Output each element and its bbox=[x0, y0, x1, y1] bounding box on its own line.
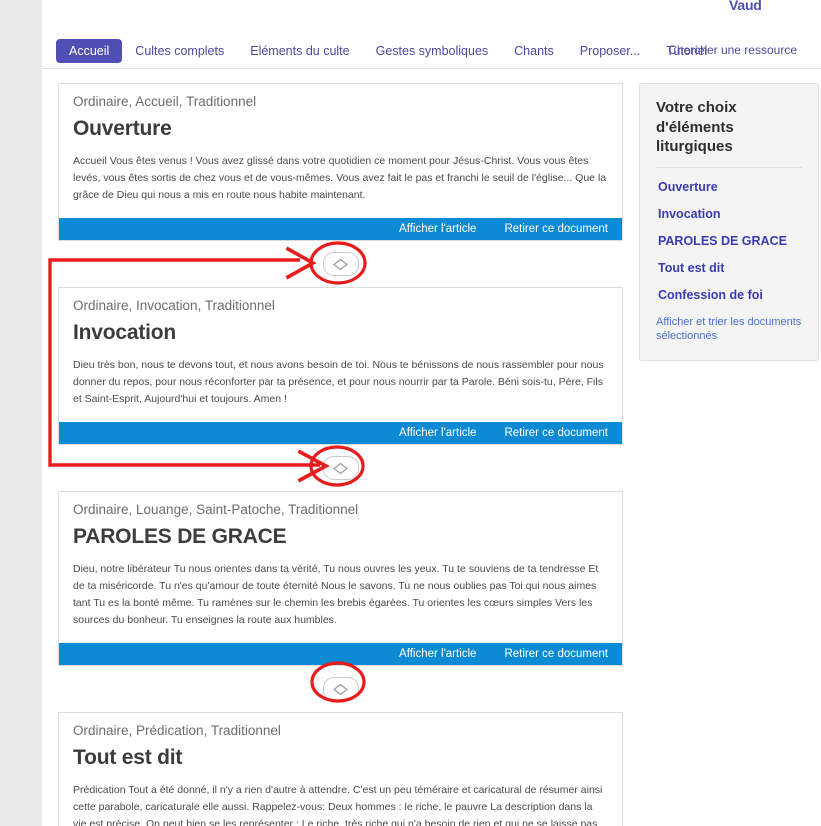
sidebar-item-tout-est-dit[interactable]: Tout est dit bbox=[656, 249, 802, 276]
card-body-text: Dieu, notre libérateur Tu nous orientes … bbox=[73, 563, 599, 626]
card-body-text: Prédication Tout a été donné, il n'y a r… bbox=[73, 784, 603, 826]
remove-document-button[interactable]: Retirer ce document bbox=[504, 427, 608, 439]
card-action-bar: Afficher l'article Retirer ce document bbox=[59, 422, 622, 444]
remove-document-button[interactable]: Retirer ce document bbox=[504, 648, 608, 660]
diamond-glyph bbox=[333, 462, 348, 474]
sidebar-item-confession-de-foi[interactable]: Confession de foi bbox=[656, 276, 802, 303]
separator-1 bbox=[58, 241, 623, 287]
remove-document-button[interactable]: Retirer ce document bbox=[504, 223, 608, 235]
vaud-shield-logo: du canton de Vaud bbox=[671, 0, 791, 24]
card-action-bar: Afficher l'article Retirer ce document bbox=[59, 643, 622, 665]
document-card-invocation: Ordinaire, Invocation, Traditionnel Invo… bbox=[58, 287, 623, 445]
page-container: du canton de Vaud Accueil Cultes complet… bbox=[42, 0, 821, 826]
sort-documents-link[interactable]: Afficher et trier les documents sélectio… bbox=[656, 303, 802, 345]
nav-item-gestes-symboliques[interactable]: Gestes symboliques bbox=[363, 39, 502, 63]
diamond-insert-icon[interactable] bbox=[322, 252, 359, 276]
show-article-button[interactable]: Afficher l'article bbox=[399, 427, 476, 439]
show-article-button[interactable]: Afficher l'article bbox=[399, 223, 476, 235]
show-article-button[interactable]: Afficher l'article bbox=[399, 648, 476, 660]
diamond-glyph bbox=[333, 683, 348, 695]
sidebar-item-invocation[interactable]: Invocation bbox=[656, 195, 802, 222]
sidebar-item-ouverture[interactable]: Ouverture bbox=[656, 168, 802, 195]
sidebar-item-paroles-de-grace[interactable]: PAROLES DE GRACE bbox=[656, 222, 802, 249]
document-card-paroles-de-grace: Ordinaire, Louange, Saint-Patoche, Tradi… bbox=[58, 491, 623, 666]
sidebar: Votre choix d'éléments liturgiques Ouver… bbox=[639, 83, 819, 362]
card-tags: Ordinaire, Prédication, Traditionnel bbox=[73, 723, 281, 738]
diamond-glyph bbox=[333, 258, 348, 270]
card-body-text: Accueil Vous êtes venus ! Vous avez glis… bbox=[73, 155, 607, 201]
sidebar-title: Votre choix d'éléments liturgiques bbox=[656, 98, 802, 168]
card-title: Invocation bbox=[73, 321, 177, 344]
logo-wordmark: du canton de Vaud bbox=[729, 0, 777, 13]
logo-title: Vaud bbox=[729, 0, 762, 13]
document-list: Ordinaire, Accueil, Traditionnel Ouvertu… bbox=[58, 83, 623, 826]
nav-item-proposer[interactable]: Proposer... bbox=[567, 39, 653, 63]
diamond-insert-icon[interactable] bbox=[322, 456, 359, 480]
card-body-text: Dieu très bon, nous te devons tout, et n… bbox=[73, 359, 604, 405]
separator-2 bbox=[58, 445, 623, 491]
nav-item-elements-du-culte[interactable]: Eléments du culte bbox=[237, 39, 362, 63]
nav-item-chants[interactable]: Chants bbox=[501, 39, 567, 63]
card-tags: Ordinaire, Invocation, Traditionnel bbox=[73, 298, 275, 313]
selection-panel: Votre choix d'éléments liturgiques Ouver… bbox=[639, 83, 819, 362]
card-title: Ouverture bbox=[73, 117, 172, 140]
search-resource-link[interactable]: Chercher une ressource bbox=[668, 43, 797, 57]
main-navigation: Accueil Cultes complets Eléments du cult… bbox=[42, 34, 821, 69]
document-card-ouverture: Ordinaire, Accueil, Traditionnel Ouvertu… bbox=[58, 83, 623, 241]
separator-3 bbox=[58, 666, 623, 712]
site-header: du canton de Vaud bbox=[42, 0, 821, 34]
document-card-tout-est-dit: Ordinaire, Prédication, Traditionnel Tou… bbox=[58, 712, 623, 826]
diamond-insert-icon[interactable] bbox=[322, 677, 359, 701]
card-title: Tout est dit bbox=[73, 746, 183, 769]
card-title: PAROLES DE GRACE bbox=[73, 525, 287, 548]
card-tags: Ordinaire, Louange, Saint-Patoche, Tradi… bbox=[73, 502, 359, 517]
card-tags: Ordinaire, Accueil, Traditionnel bbox=[73, 94, 257, 109]
nav-item-cultes-complets[interactable]: Cultes complets bbox=[122, 39, 237, 63]
content-area: Ordinaire, Accueil, Traditionnel Ouvertu… bbox=[42, 69, 821, 826]
card-action-bar: Afficher l'article Retirer ce document bbox=[59, 218, 622, 240]
nav-item-accueil[interactable]: Accueil bbox=[56, 39, 123, 63]
